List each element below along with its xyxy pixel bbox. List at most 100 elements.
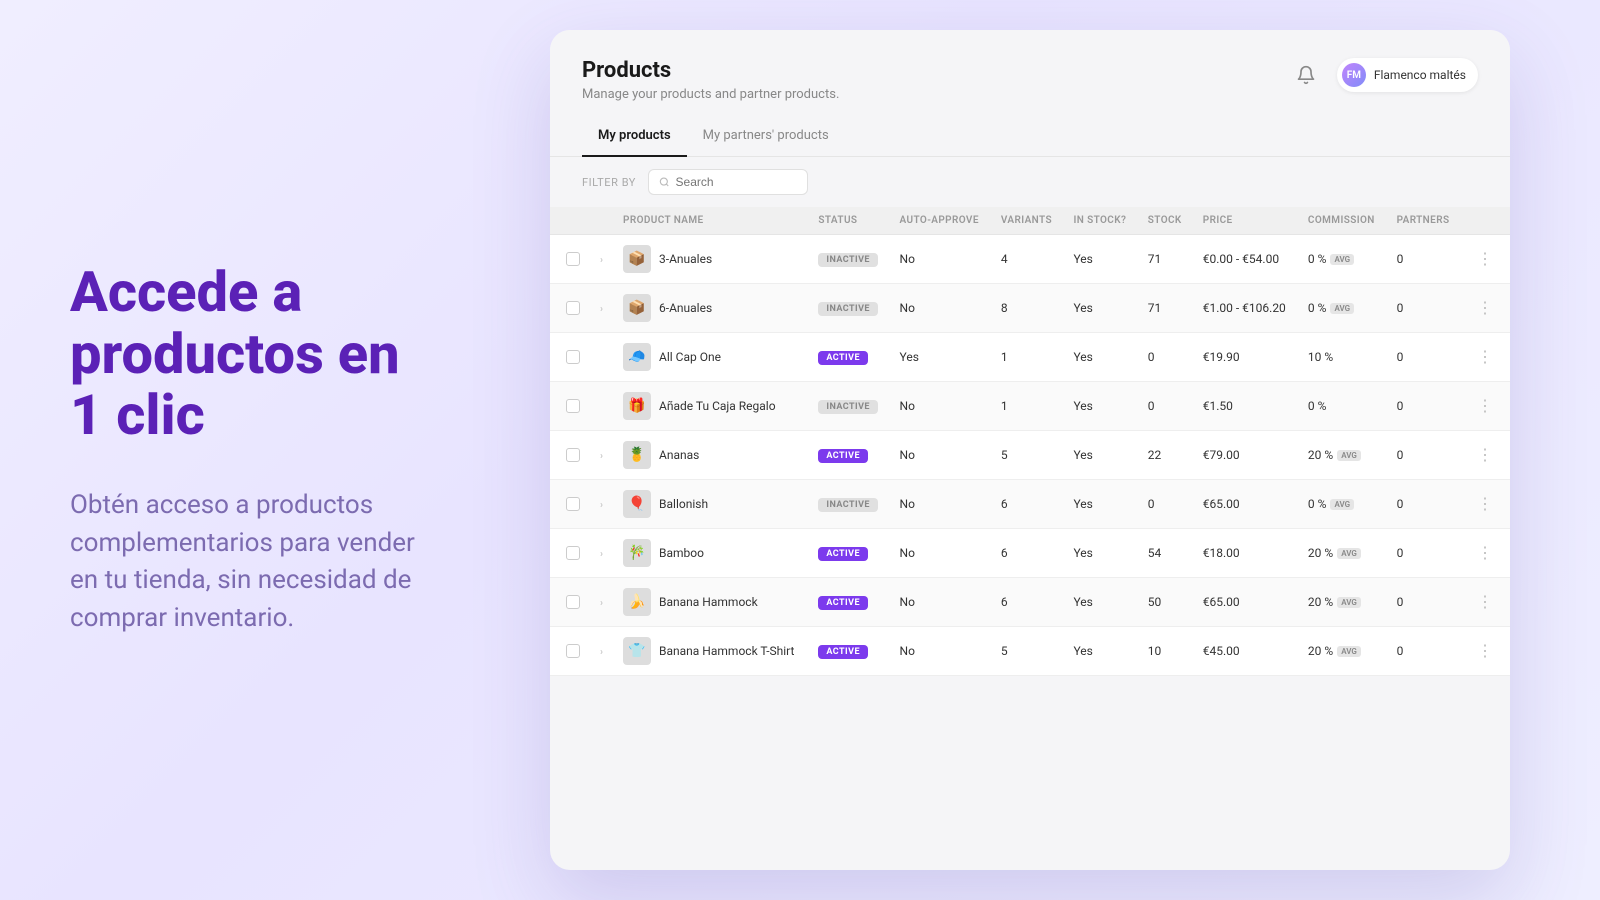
row-variants: 8 [991, 284, 1064, 333]
row-status-cell: INACTIVE [808, 480, 889, 529]
status-badge: INACTIVE [818, 253, 878, 267]
row-checkbox-cell [550, 480, 590, 529]
row-actions-button[interactable]: ⋮ [1471, 590, 1499, 614]
row-in-stock: Yes [1063, 529, 1137, 578]
row-checkbox[interactable] [566, 448, 580, 462]
row-checkbox[interactable] [566, 546, 580, 560]
row-variants: 5 [991, 627, 1064, 676]
commission-value: 0 % [1308, 301, 1327, 315]
row-status-cell: INACTIVE [808, 284, 889, 333]
row-checkbox-cell [550, 333, 590, 382]
row-actions-button[interactable]: ⋮ [1471, 541, 1499, 565]
col-check [550, 207, 590, 235]
row-in-stock: Yes [1063, 333, 1137, 382]
notification-bell-button[interactable] [1289, 58, 1323, 92]
row-actions-button[interactable]: ⋮ [1471, 639, 1499, 663]
product-thumbnail: 📦 [623, 245, 651, 273]
table-row: › 📦 6-Anuales INACTIVE No 8 Yes 71 €1.00… [550, 284, 1510, 333]
expand-icon[interactable]: › [600, 598, 603, 609]
row-actions-button[interactable]: ⋮ [1471, 247, 1499, 271]
row-product-name-cell: 🍌 Banana Hammock [613, 578, 808, 627]
status-badge: ACTIVE [818, 645, 868, 659]
row-expand-cell: › [590, 627, 613, 676]
row-in-stock: Yes [1063, 578, 1137, 627]
row-actions-cell: ⋮ [1461, 284, 1510, 333]
expand-icon[interactable]: › [600, 451, 603, 462]
col-commission: COMMISSION [1298, 207, 1387, 235]
expand-icon[interactable]: › [600, 304, 603, 315]
row-auto-approve: No [890, 480, 991, 529]
commission-value: 20 % [1308, 595, 1333, 609]
row-checkbox[interactable] [566, 497, 580, 511]
row-auto-approve: No [890, 431, 991, 480]
row-checkbox[interactable] [566, 301, 580, 315]
search-box[interactable] [648, 169, 808, 195]
table-row: › 🍌 Banana Hammock ACTIVE No 6 Yes 50 €6… [550, 578, 1510, 627]
expand-icon[interactable]: › [600, 255, 603, 266]
row-in-stock: Yes [1063, 235, 1137, 284]
status-badge: ACTIVE [818, 449, 868, 463]
row-stock: 0 [1138, 480, 1193, 529]
row-auto-approve: No [890, 284, 991, 333]
row-price: €1.00 - €106.20 [1193, 284, 1298, 333]
product-thumbnail: 📦 [623, 294, 651, 322]
col-status: STATUS [808, 207, 889, 235]
row-checkbox[interactable] [566, 644, 580, 658]
row-actions-button[interactable]: ⋮ [1471, 443, 1499, 467]
user-badge[interactable]: FM Flamenco maltés [1337, 58, 1478, 92]
product-thumbnail: 🎁 [623, 392, 651, 420]
commission-value: 20 % [1308, 448, 1333, 462]
row-product-name-cell: 📦 3-Anuales [613, 235, 808, 284]
search-input[interactable] [676, 175, 797, 189]
row-expand-cell: › [590, 235, 613, 284]
row-variants: 1 [991, 333, 1064, 382]
product-thumbnail: 👕 [623, 637, 651, 665]
avatar: FM [1342, 63, 1366, 87]
status-badge: INACTIVE [818, 498, 878, 512]
row-status-cell: INACTIVE [808, 235, 889, 284]
row-actions-button[interactable]: ⋮ [1471, 394, 1499, 418]
row-status-cell: ACTIVE [808, 333, 889, 382]
col-actions [1461, 207, 1510, 235]
status-badge: ACTIVE [818, 547, 868, 561]
row-actions-cell: ⋮ [1461, 480, 1510, 529]
row-partners: 0 [1387, 431, 1461, 480]
row-partners: 0 [1387, 627, 1461, 676]
tab-partners-products[interactable]: My partners' products [687, 120, 845, 157]
row-checkbox[interactable] [566, 252, 580, 266]
product-name: Ballonish [659, 497, 708, 511]
row-variants: 6 [991, 529, 1064, 578]
row-checkbox-cell [550, 627, 590, 676]
expand-icon[interactable]: › [600, 647, 603, 658]
row-actions-button[interactable]: ⋮ [1471, 492, 1499, 516]
row-status-cell: ACTIVE [808, 529, 889, 578]
row-partners: 0 [1387, 284, 1461, 333]
col-stock: STOCK [1138, 207, 1193, 235]
row-actions-button[interactable]: ⋮ [1471, 296, 1499, 320]
search-icon [659, 176, 670, 188]
row-checkbox[interactable] [566, 399, 580, 413]
row-commission: 0 % AVG [1298, 284, 1387, 333]
row-checkbox[interactable] [566, 350, 580, 364]
row-expand-cell: › [590, 578, 613, 627]
expand-icon[interactable]: › [600, 549, 603, 560]
filter-bar: FILTER BY [550, 157, 1510, 207]
avg-badge: AVG [1330, 254, 1354, 265]
commission-value: 20 % [1308, 644, 1333, 658]
row-in-stock: Yes [1063, 480, 1137, 529]
product-name: Banana Hammock T-Shirt [659, 644, 794, 658]
product-name: All Cap One [659, 350, 721, 364]
avg-badge: AVG [1337, 597, 1361, 608]
product-name: 6-Anuales [659, 301, 712, 315]
commission-value: 0 % [1308, 252, 1327, 266]
row-commission: 0 % AVG [1298, 480, 1387, 529]
row-in-stock: Yes [1063, 284, 1137, 333]
row-actions-button[interactable]: ⋮ [1471, 345, 1499, 369]
tab-my-products[interactable]: My products [582, 120, 687, 157]
row-in-stock: Yes [1063, 627, 1137, 676]
expand-icon[interactable]: › [600, 500, 603, 511]
table-row: › 🎈 Ballonish INACTIVE No 6 Yes 0 €65.00… [550, 480, 1510, 529]
product-name: 3-Anuales [659, 252, 712, 266]
row-commission: 0 % [1298, 382, 1387, 431]
row-checkbox[interactable] [566, 595, 580, 609]
